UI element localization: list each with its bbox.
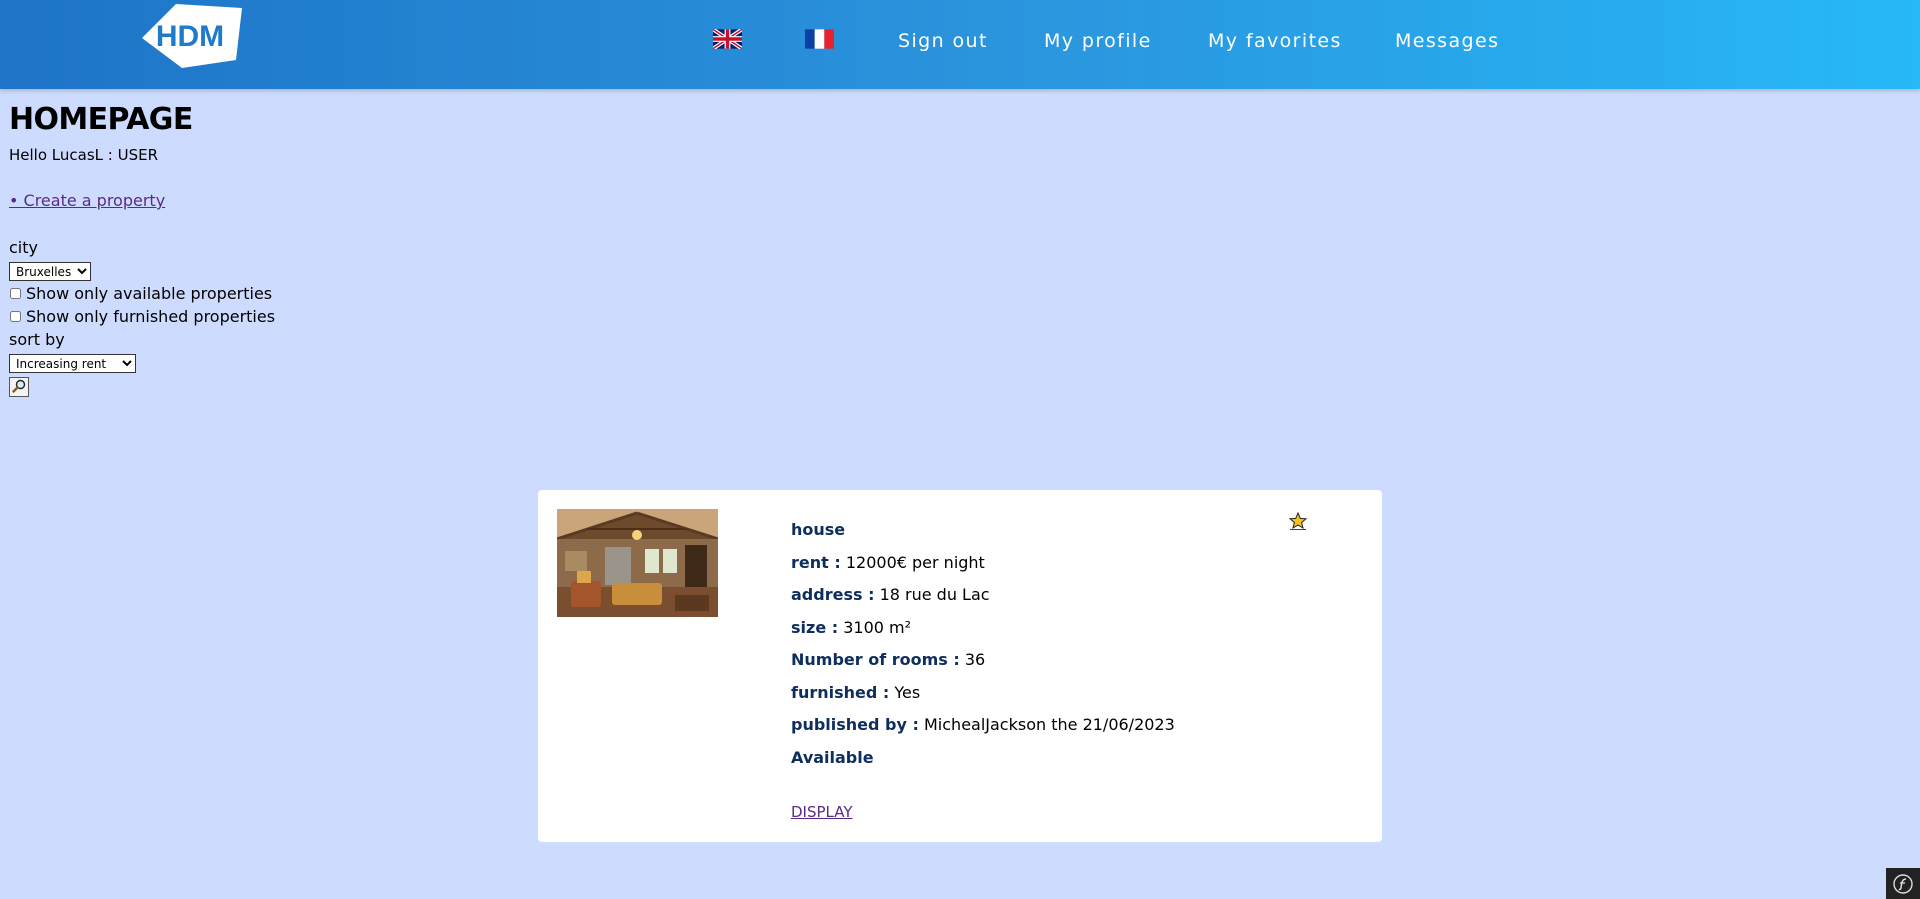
rent-label: rent : xyxy=(791,552,841,572)
messages-link[interactable]: Messages xyxy=(1395,30,1499,52)
rooms-row: Number of rooms : 36 xyxy=(791,650,1175,683)
property-details: house rent : 12000€ per night address : … xyxy=(791,520,1175,780)
property-photo[interactable] xyxy=(557,509,718,617)
star-icon[interactable] xyxy=(1288,511,1308,531)
availability-row: Available xyxy=(791,748,1175,781)
furnished-value: Yes xyxy=(894,682,921,702)
rooms-label: Number of rooms : xyxy=(791,650,960,669)
city-select[interactable]: Bruxelles xyxy=(9,262,91,281)
available-checkbox[interactable] xyxy=(10,288,21,299)
furnished-row: furnished : Yes xyxy=(791,683,1175,716)
furnished-label: furnished : xyxy=(791,682,890,702)
available-checkbox-label: Show only available properties xyxy=(26,284,273,303)
create-property-link[interactable]: • Create a property xyxy=(9,191,165,210)
my-favorites-link[interactable]: My favorites xyxy=(1208,30,1342,52)
address-row: address : 18 rue du Lac xyxy=(791,585,1175,618)
symfony-toolbar-icon[interactable] xyxy=(1886,868,1920,899)
sort-by-label: sort by xyxy=(9,330,65,349)
rent-row: rent : 12000€ per night xyxy=(791,553,1175,586)
property-card: house rent : 12000€ per night address : … xyxy=(538,490,1382,842)
top-navigation-bar: HDM Sign out My profile My favorites Mes… xyxy=(0,0,1920,89)
svg-text:HDM: HDM xyxy=(156,20,224,53)
city-filter-label: city xyxy=(9,238,38,257)
my-profile-link[interactable]: My profile xyxy=(1044,30,1152,52)
published-value: MichealJackson the 21/06/2023 xyxy=(924,715,1175,734)
sort-select[interactable]: Increasing rent xyxy=(9,354,136,373)
sign-out-link[interactable]: Sign out xyxy=(898,30,988,52)
address-label: address : xyxy=(791,585,875,604)
published-row: published by : MichealJackson the 21/06/… xyxy=(791,715,1175,748)
display-property-link[interactable]: DISPLAY xyxy=(791,803,853,821)
furnished-checkbox[interactable] xyxy=(10,311,21,322)
size-row: size : 3100 m² xyxy=(791,618,1175,651)
furnished-filter[interactable]: Show only furnished properties xyxy=(9,307,275,326)
size-value: 3100 m² xyxy=(843,617,912,637)
page-title: HOMEPAGE xyxy=(9,102,193,137)
property-type-value: house xyxy=(791,520,846,539)
uk-flag-icon[interactable] xyxy=(711,27,744,51)
rooms-value: 36 xyxy=(964,650,986,669)
availability-status: Available xyxy=(791,747,874,767)
rent-value: 12000€ per night xyxy=(845,552,985,572)
available-filter[interactable]: Show only available properties xyxy=(9,284,272,303)
france-flag-icon[interactable] xyxy=(805,29,834,49)
address-value: 18 rue du Lac xyxy=(879,585,990,604)
magnifier-icon xyxy=(12,379,26,396)
published-label: published by : xyxy=(791,715,919,734)
hdm-logo[interactable]: HDM xyxy=(140,2,244,68)
size-label: size : xyxy=(791,617,839,637)
user-greeting: Hello LucasL : USER xyxy=(9,146,158,164)
search-button[interactable] xyxy=(9,377,29,397)
property-type: house xyxy=(791,520,1175,553)
furnished-checkbox-label: Show only furnished properties xyxy=(26,307,276,326)
